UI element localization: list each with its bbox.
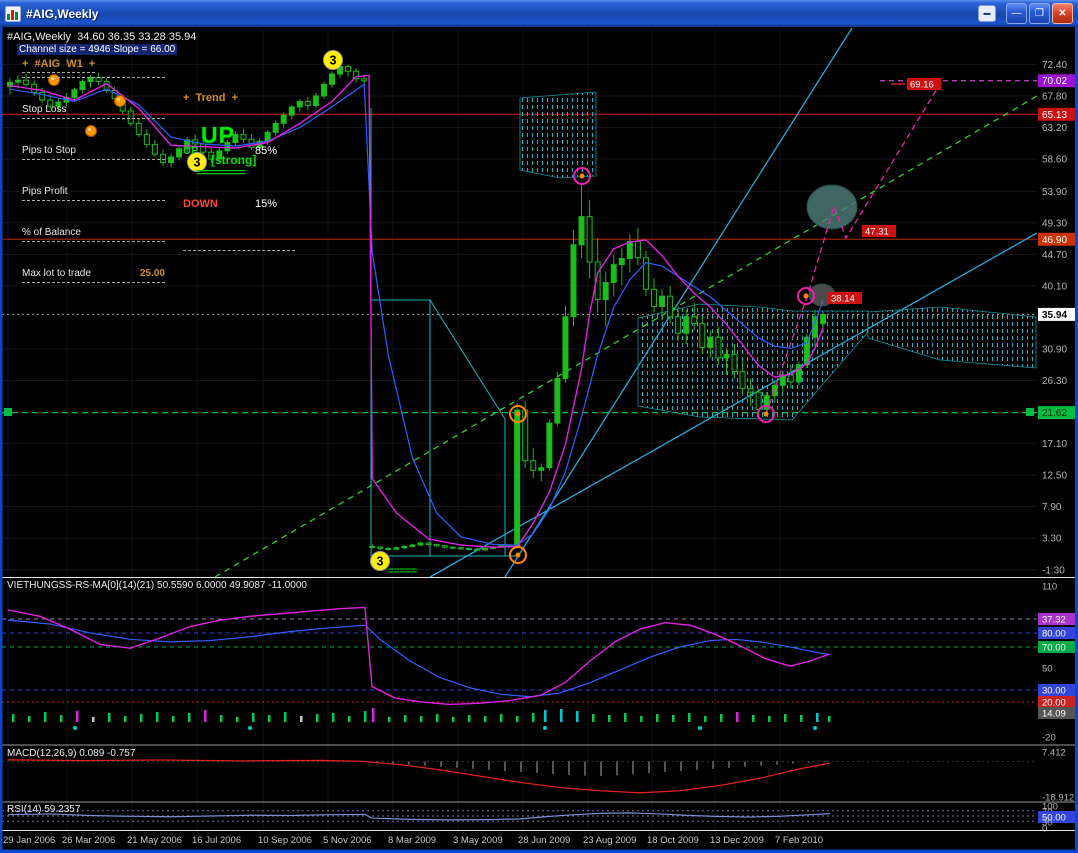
setting-row-pct-balance: % of Balance xyxy=(22,223,165,242)
ohlc-info-line: #AIG,Weekly 34.60 36.35 33.28 35.94 xyxy=(7,31,197,43)
svg-text:80.00: 80.00 xyxy=(1042,629,1066,640)
svg-text:40.10: 40.10 xyxy=(1042,281,1067,292)
setting-row-stop-loss: Stop Loss xyxy=(22,100,165,119)
trend-up-value: 85% xyxy=(254,145,277,157)
svg-text:72.40: 72.40 xyxy=(1042,60,1067,71)
app-icon xyxy=(5,5,21,22)
setting-row-pips-profit: Pips Profit xyxy=(22,182,165,201)
svg-text:10 Sep 2006: 10 Sep 2006 xyxy=(258,835,312,846)
svg-text:65.13: 65.13 xyxy=(1042,110,1067,121)
svg-text:70.00: 70.00 xyxy=(1042,643,1066,654)
svg-text:29 Jan 2006: 29 Jan 2006 xyxy=(3,835,55,846)
svg-text:58.60: 58.60 xyxy=(1042,155,1067,166)
svg-text:14.09: 14.09 xyxy=(1042,709,1066,720)
ea-settings-panel: Stop Loss Pips to Stop Pips Profit % of … xyxy=(22,77,165,305)
svg-text:69.16: 69.16 xyxy=(910,80,934,91)
trend-lines xyxy=(214,27,1038,578)
trend-down-row: DOWN 15% xyxy=(183,198,277,210)
svg-text:8 Mar 2009: 8 Mar 2009 xyxy=(388,835,436,846)
mt4-chart-window: 47.31 38.14 69.16 3 3 3 ===== 72.40 67.80 63.20 58… xyxy=(0,0,1078,853)
svg-text:12.50: 12.50 xyxy=(1042,471,1067,482)
svg-text:35.94: 35.94 xyxy=(1042,310,1067,321)
window-title: #AIG,Weekly xyxy=(26,6,99,21)
svg-text:20.00: 20.00 xyxy=(1042,698,1066,709)
indicator1-panel: 110 37.32 80.00 70.00 50 30.0020.0014.09 -20 xyxy=(2,582,1078,744)
svg-text:18 Oct 2009: 18 Oct 2009 xyxy=(647,835,699,846)
indicator3-panel: 1007050.00300 xyxy=(2,802,1078,835)
svg-text:38.14: 38.14 xyxy=(831,294,855,305)
svg-text:3: 3 xyxy=(377,555,384,569)
price-axis: 72.40 67.80 63.20 58.60 53.90 49.30 44.70 40.10… xyxy=(1038,60,1078,576)
svg-text:3 May 2009: 3 May 2009 xyxy=(453,835,503,846)
svg-text:67.80: 67.80 xyxy=(1042,91,1067,102)
icon-bar xyxy=(7,13,10,20)
svg-text:23 Aug 2009: 23 Aug 2009 xyxy=(583,835,636,846)
trend-down-label: DOWN xyxy=(183,198,218,210)
trend-panel-title: + Trend + xyxy=(183,92,239,104)
svg-text:37.32: 37.32 xyxy=(1042,615,1066,626)
signal-underline: ========= xyxy=(196,167,246,179)
setting-label: Stop Loss xyxy=(22,103,67,115)
setting-label: Max lot to trade xyxy=(22,267,91,279)
svg-text:26 Mar 2006: 26 Mar 2006 xyxy=(62,835,115,846)
icon-bar xyxy=(11,9,14,20)
signal-strength-label: [strong] xyxy=(211,153,257,167)
date-axis[interactable]: 29 Jan 2006 26 Mar 2006 21 May 2006 16 Jul … xyxy=(3,835,823,846)
window-maximize-button[interactable]: ❐ xyxy=(1029,3,1050,24)
svg-text:63.20: 63.20 xyxy=(1042,123,1067,134)
svg-text:-20: -20 xyxy=(1042,733,1056,744)
svg-text:5 Nov 2006: 5 Nov 2006 xyxy=(323,835,372,846)
svg-text:13 Dec 2009: 13 Dec 2009 xyxy=(710,835,764,846)
svg-text:26.30: 26.30 xyxy=(1042,376,1067,387)
svg-text:70.02: 70.02 xyxy=(1042,76,1067,87)
svg-text:110: 110 xyxy=(1042,582,1057,593)
svg-text:46.90: 46.90 xyxy=(1042,235,1067,246)
symbol-period-label: + #AIG W1 + xyxy=(22,58,96,73)
setting-value: 25.00 xyxy=(139,267,165,279)
svg-text:7.412: 7.412 xyxy=(1042,748,1066,759)
setting-row-max-lot: Max lot to trade 25.00 xyxy=(22,264,165,283)
indicator1-title: VIETHUNGSS-RS-MA[0](14)(21) 50.5590 6.00… xyxy=(7,580,307,591)
svg-text:30.00: 30.00 xyxy=(1042,686,1066,697)
setting-row-pips-to-stop: Pips to Stop xyxy=(22,141,165,160)
titlebar-buttons: ▬ — ❐ ✕ xyxy=(978,3,1073,24)
setting-label: Pips to Stop xyxy=(22,144,76,156)
svg-text:53.90: 53.90 xyxy=(1042,187,1067,198)
svg-text:49.30: 49.30 xyxy=(1042,218,1067,229)
svg-text:7 Feb 2010: 7 Feb 2010 xyxy=(775,835,823,846)
svg-text:28 Jun 2009: 28 Jun 2009 xyxy=(518,835,570,846)
window-close-button[interactable]: ✕ xyxy=(1052,3,1073,24)
svg-text:3.30: 3.30 xyxy=(1042,534,1062,545)
svg-text:50: 50 xyxy=(1042,664,1053,675)
svg-text:17.10: 17.10 xyxy=(1042,439,1067,450)
svg-text:0: 0 xyxy=(1042,824,1047,835)
trend-down-value: 15% xyxy=(254,198,277,210)
trend-up-label: UP xyxy=(183,145,199,157)
indicator3-title: RSI(14) 59.2357 xyxy=(7,804,81,815)
svg-text:3: 3 xyxy=(330,54,337,68)
indicator2-title: MACD(12,26,9) 0.089 -0.757 xyxy=(7,748,136,759)
channel-info-label: Channel size = 4946 Slope = 66.00 xyxy=(17,44,178,55)
signal-direction-label: UP xyxy=(201,122,235,148)
setting-label: % of Balance xyxy=(22,226,81,238)
chart-restore-button[interactable]: ▬ xyxy=(978,5,996,22)
icon-bar xyxy=(15,11,18,20)
svg-text:-1.30: -1.30 xyxy=(1042,565,1065,576)
panel-separators xyxy=(0,577,1078,831)
svg-text:44.70: 44.70 xyxy=(1042,250,1067,261)
svg-text:47.31: 47.31 xyxy=(865,227,889,238)
svg-text:21.62: 21.62 xyxy=(1042,408,1067,419)
svg-text:7.90: 7.90 xyxy=(1042,502,1062,513)
setting-label: Pips Profit xyxy=(22,185,68,197)
svg-text:16 Jul 2006: 16 Jul 2006 xyxy=(192,835,241,846)
svg-text:=====: ===== xyxy=(388,566,417,577)
svg-text:21 May 2006: 21 May 2006 xyxy=(127,835,182,846)
indicator2-panel: 7.412-18.912 xyxy=(2,748,1074,804)
window-minimize-button[interactable]: — xyxy=(1006,3,1027,24)
svg-text:30.90: 30.90 xyxy=(1042,344,1067,355)
window-titlebar[interactable]: #AIG,Weekly ▬ — ❐ ✕ xyxy=(0,0,1078,27)
